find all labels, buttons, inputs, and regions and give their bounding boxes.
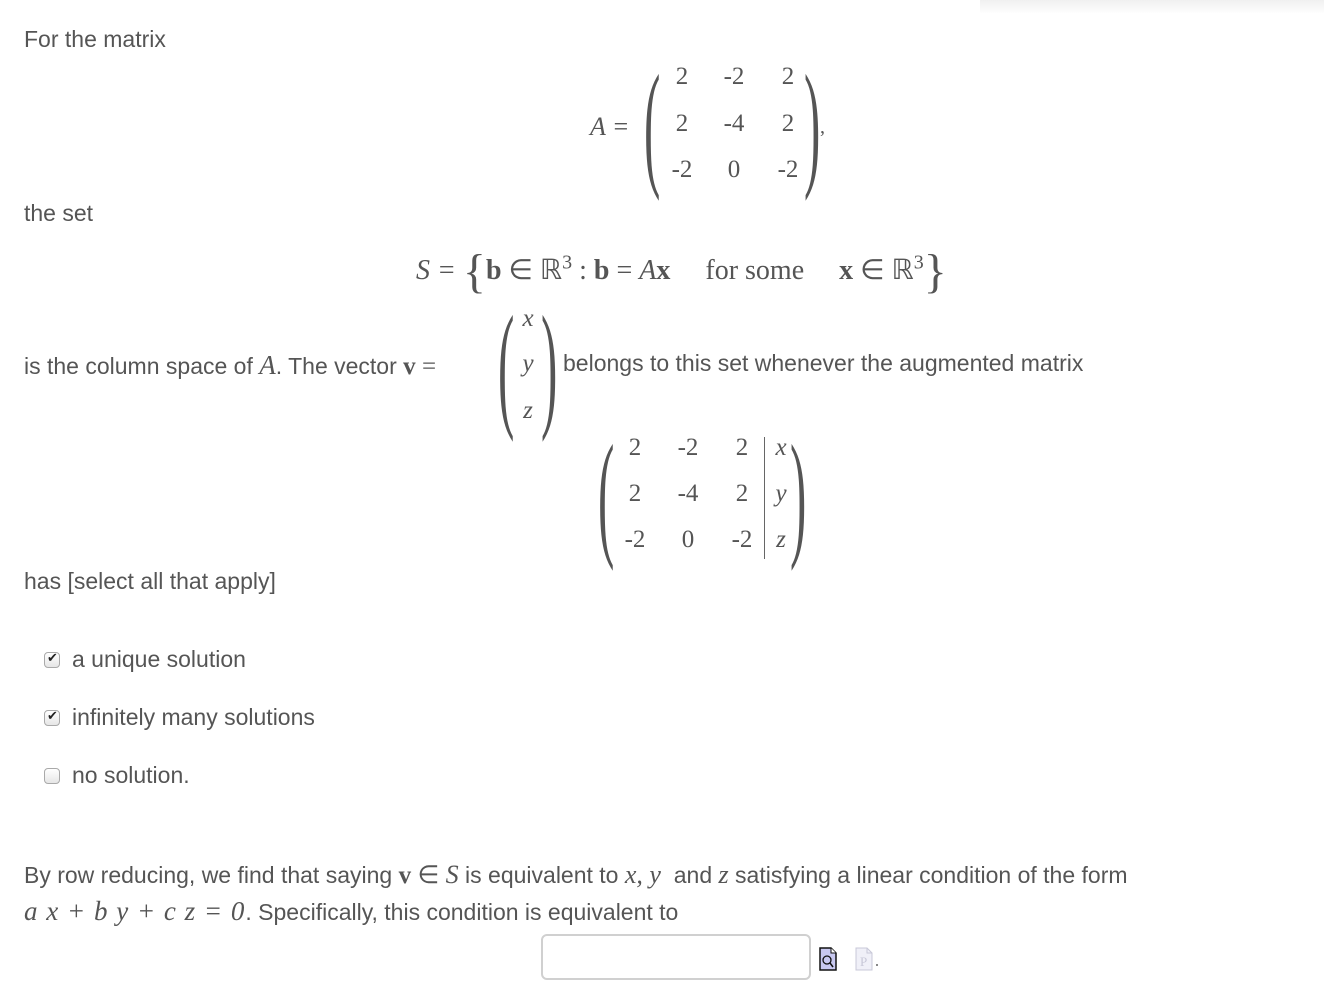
matrix-a-cell: -2 xyxy=(723,63,745,90)
v-symbol: v xyxy=(398,862,412,889)
checkbox-checked[interactable] xyxy=(44,650,60,668)
z-symbol: z xyxy=(718,860,729,889)
s-symbol: S xyxy=(445,860,459,889)
format-help-icon[interactable]: P xyxy=(855,947,873,971)
vector-entry: z xyxy=(523,397,533,424)
and-text: and xyxy=(673,862,713,888)
vector-text: . The vector xyxy=(275,353,397,379)
belongs-text: belongs to this set whenever the augment… xyxy=(563,350,1084,376)
matrix-a-cell: 2 xyxy=(675,63,689,90)
x-symbol: x xyxy=(839,255,854,286)
matrix-a-cell: 2 xyxy=(781,110,795,137)
option-label[interactable]: infinitely many solutions xyxy=(72,704,315,731)
equals: = xyxy=(422,353,437,380)
matrix-a-cell: 2 xyxy=(675,110,689,137)
matrix-a-cell: -2 xyxy=(671,156,693,183)
svg-text:P: P xyxy=(860,954,867,969)
b-symbol: b xyxy=(485,255,502,286)
colon: : xyxy=(579,255,587,286)
conclusion-line-1: By row reducing, we find that saying v ∈… xyxy=(24,860,1128,890)
reals-symbol: ℝ xyxy=(891,255,914,286)
linear-condition-formula: a x + b y + c z = 0 xyxy=(24,896,246,926)
intro-text: For the matrix xyxy=(24,26,166,52)
aug-left-paren: ( xyxy=(598,417,615,572)
exponent: 3 xyxy=(562,251,573,274)
for-some-text: for some xyxy=(705,255,805,286)
augmented-rhs-cell: z xyxy=(776,526,786,553)
conclusion-line-2: a x + b y + c z = 0. Specifically, this … xyxy=(24,896,678,927)
matrix-a-cell: -4 xyxy=(723,110,745,137)
matrix-a-cell: -2 xyxy=(777,156,799,183)
a-symbol: A xyxy=(259,350,276,380)
augmented-cell: 0 xyxy=(681,526,695,553)
top-shadow xyxy=(980,0,1324,14)
option-label[interactable]: a unique solution xyxy=(72,646,246,673)
close-brace: } xyxy=(923,245,947,298)
x-symbol: x xyxy=(656,255,671,286)
augmented-cell: 2 xyxy=(628,480,642,507)
column-space-text: is the column space of xyxy=(24,353,253,379)
option-label[interactable]: no solution. xyxy=(72,762,190,789)
has-text: has [select all that apply] xyxy=(24,568,276,594)
the-set-text: the set xyxy=(24,200,94,226)
option-item[interactable]: a unique solution xyxy=(44,646,246,673)
conclusion-text-b: is equivalent to xyxy=(465,862,619,888)
conclusion-text-c: satisfying a linear condition of the for… xyxy=(735,862,1128,888)
set-definition: S = {b ∈ ℝ3 : b = Ax for some x ∈ ℝ3} xyxy=(416,244,947,299)
xy-symbols: x, y xyxy=(624,860,661,889)
augmented-rhs-cell: y xyxy=(775,480,787,507)
augmented-cell: 2 xyxy=(735,434,749,461)
matrix-comma: , xyxy=(820,116,825,138)
augmented-cell: -2 xyxy=(677,434,699,461)
set-s-label: S = xyxy=(416,255,456,286)
exponent: 3 xyxy=(913,251,924,274)
in-symbol: ∈ xyxy=(860,255,885,286)
matrix-a-cell: 0 xyxy=(727,156,741,183)
checkbox-checked[interactable] xyxy=(44,708,60,726)
vector-entry: y xyxy=(522,350,534,377)
option-item[interactable]: no solution. xyxy=(44,762,190,789)
preview-icon[interactable] xyxy=(819,947,837,971)
in-symbol: ∈ xyxy=(508,255,533,286)
checkbox-unchecked[interactable] xyxy=(44,767,60,784)
matrix-a-cell: 2 xyxy=(781,63,795,90)
equals: = xyxy=(616,255,633,286)
augmented-cell: -4 xyxy=(677,480,699,507)
dot xyxy=(876,964,878,966)
vector-entry: x xyxy=(522,305,534,332)
v-symbol: v xyxy=(403,353,416,380)
conclusion-text-a: By row reducing, we find that saying xyxy=(24,862,393,888)
augmented-cell: 2 xyxy=(735,480,749,507)
reals-symbol: ℝ xyxy=(539,255,563,286)
augmented-rhs-cell: x xyxy=(775,434,787,461)
option-item[interactable]: infinitely many solutions xyxy=(44,704,315,731)
in-symbol: ∈ xyxy=(417,862,440,889)
conclusion-text-d: . Specifically, this condition is equiva… xyxy=(245,899,679,925)
open-brace: { xyxy=(462,245,486,298)
a-symbol: A xyxy=(639,255,657,286)
matrix-a-label: A = xyxy=(590,112,630,141)
column-space-line: is the column space of A. The vector v = xyxy=(24,350,436,381)
answer-input[interactable] xyxy=(541,934,811,980)
augmented-cell: -2 xyxy=(731,526,753,553)
augmented-cell: -2 xyxy=(624,526,646,553)
b-symbol: b xyxy=(593,255,610,286)
left-paren: ( xyxy=(644,47,661,202)
augmented-cell: 2 xyxy=(628,434,642,461)
